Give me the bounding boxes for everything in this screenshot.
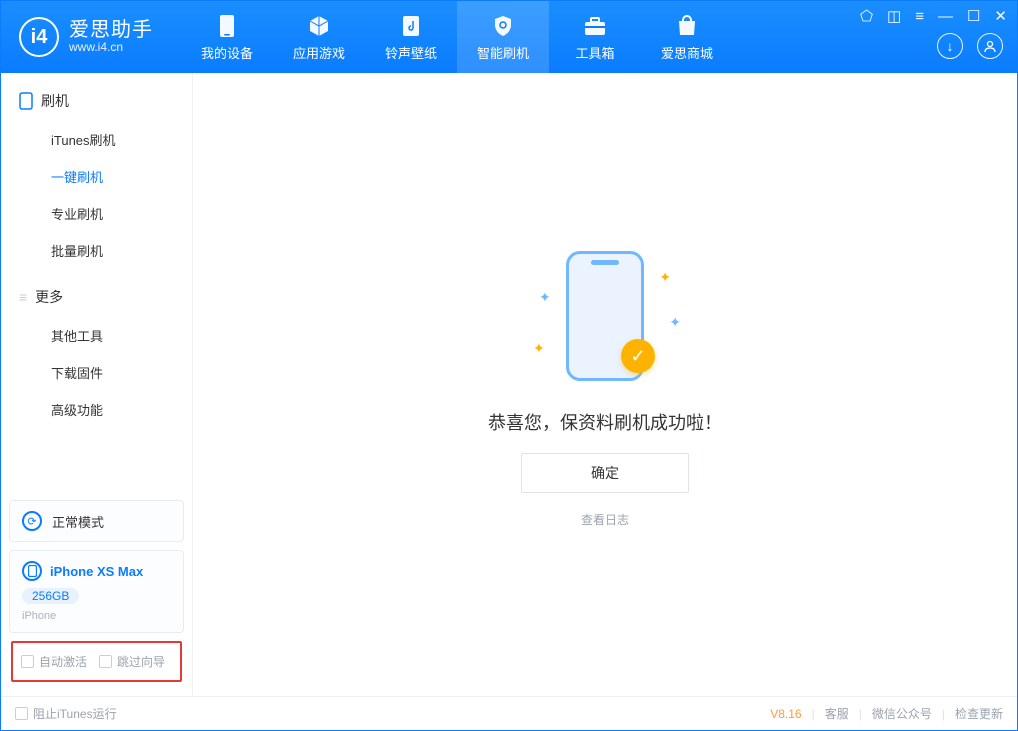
- version-label: V8.16: [770, 707, 801, 721]
- sidebar-header-more: ≡ 更多: [1, 269, 192, 317]
- tab-label: 铃声壁纸: [385, 43, 437, 62]
- shirt-icon[interactable]: ⬠: [860, 7, 873, 25]
- device-card[interactable]: iPhone XS Max 256GB iPhone: [9, 550, 184, 633]
- app-name: 爱思助手: [69, 19, 153, 41]
- tab-apps-games[interactable]: 应用游戏: [273, 1, 365, 73]
- sparkle-icon: ✦: [539, 289, 551, 306]
- toolbox-icon: [582, 13, 608, 39]
- sidebar-header-label: 更多: [35, 287, 63, 307]
- logo[interactable]: i4 爱思助手 www.i4.cn: [1, 1, 171, 73]
- mode-icon: ⟳: [22, 511, 42, 531]
- device-capacity: 256GB: [22, 588, 79, 604]
- user-button[interactable]: [977, 33, 1003, 59]
- result-message: 恭喜您，保资料刷机成功啦！: [488, 409, 722, 435]
- sidebar-item-advanced[interactable]: 高级功能: [1, 391, 192, 428]
- phone-icon: [19, 92, 33, 110]
- tab-label: 应用游戏: [293, 43, 345, 62]
- tab-smart-flash[interactable]: 智能刷机: [457, 1, 549, 73]
- music-icon: [398, 13, 424, 39]
- sidebar-item-download-firmware[interactable]: 下载固件: [1, 354, 192, 391]
- sparkle-icon: ✦: [669, 314, 681, 331]
- tab-ringtone-wallpaper[interactable]: 铃声壁纸: [365, 1, 457, 73]
- tab-toolbox[interactable]: 工具箱: [549, 1, 641, 73]
- sidebar-header-label: 刷机: [41, 91, 69, 111]
- checkbox-skip-guide[interactable]: 跳过向导: [99, 653, 165, 670]
- device-icon: [22, 561, 42, 581]
- tab-label: 工具箱: [575, 43, 614, 62]
- app-window: i4 爱思助手 www.i4.cn 我的设备 应用游戏 铃声壁纸 智能刷机: [0, 0, 1018, 731]
- check-icon: ✓: [621, 339, 655, 373]
- device-name: iPhone XS Max: [50, 564, 143, 579]
- logo-icon: i4: [19, 17, 59, 57]
- window-controls: ⬠ ◫ ≡ — ☐ ✕: [860, 7, 1007, 25]
- user-controls: ↓: [937, 33, 1003, 59]
- bag-icon: [674, 13, 700, 39]
- tab-my-device[interactable]: 我的设备: [181, 1, 273, 73]
- device-icon: [214, 13, 240, 39]
- support-link[interactable]: 客服: [825, 705, 849, 722]
- checkbox-label: 跳过向导: [117, 653, 165, 670]
- tab-label: 爱思商城: [661, 43, 713, 62]
- wechat-link[interactable]: 微信公众号: [872, 705, 932, 722]
- minimize-button[interactable]: —: [938, 8, 953, 25]
- close-button[interactable]: ✕: [994, 7, 1007, 25]
- ok-button[interactable]: 确定: [521, 453, 689, 493]
- tab-label: 智能刷机: [477, 43, 529, 62]
- checkbox-label: 自动激活: [39, 653, 87, 670]
- checkbox-label: 阻止iTunes运行: [33, 705, 117, 722]
- main-content: ✦ ✦ ✦ ✦ ✓ 恭喜您，保资料刷机成功啦！ 确定 查看日志: [193, 73, 1017, 696]
- sidebar-item-pro-flash[interactable]: 专业刷机: [1, 195, 192, 232]
- sidebar-item-itunes-flash[interactable]: iTunes刷机: [1, 121, 192, 158]
- app-url: www.i4.cn: [69, 41, 153, 54]
- sidebar-item-other-tools[interactable]: 其他工具: [1, 317, 192, 354]
- sidebar-item-oneclick-flash[interactable]: 一键刷机: [1, 158, 192, 195]
- list-icon: ≡: [19, 289, 27, 305]
- sidebar-item-batch-flash[interactable]: 批量刷机: [1, 232, 192, 269]
- menu-icon[interactable]: ≡: [915, 8, 924, 25]
- sidebar-header-flash: 刷机: [1, 73, 192, 121]
- titlebar-right: ⬠ ◫ ≡ — ☐ ✕ ↓: [850, 1, 1017, 73]
- sparkle-icon: ✦: [659, 269, 671, 286]
- checkbox-block-itunes[interactable]: 阻止iTunes运行: [15, 705, 117, 722]
- sparkle-icon: ✦: [533, 340, 545, 357]
- statusbar: 阻止iTunes运行 V8.16 | 客服 | 微信公众号 | 检查更新: [1, 696, 1017, 730]
- flash-options-row: 自动激活 跳过向导: [11, 641, 182, 682]
- check-update-link[interactable]: 检查更新: [955, 705, 1003, 722]
- tab-store[interactable]: 爱思商城: [641, 1, 733, 73]
- nav-tabs: 我的设备 应用游戏 铃声壁纸 智能刷机 工具箱 爱思商城: [181, 1, 733, 73]
- download-button[interactable]: ↓: [937, 33, 963, 59]
- flash-result: ✦ ✦ ✦ ✦ ✓ 恭喜您，保资料刷机成功啦！ 确定 查看日志: [488, 241, 722, 528]
- tab-label: 我的设备: [201, 43, 253, 62]
- success-illustration: ✦ ✦ ✦ ✦ ✓: [525, 241, 685, 391]
- sidebar-bottom: ⟳ 正常模式 iPhone XS Max 256GB iPhone 自动激活 跳…: [1, 492, 192, 696]
- mode-label: 正常模式: [52, 512, 104, 531]
- lock-icon[interactable]: ◫: [887, 7, 901, 25]
- cube-icon: [306, 13, 332, 39]
- body: 刷机 iTunes刷机 一键刷机 专业刷机 批量刷机 ≡ 更多 其他工具 下载固…: [1, 73, 1017, 696]
- sidebar: 刷机 iTunes刷机 一键刷机 专业刷机 批量刷机 ≡ 更多 其他工具 下载固…: [1, 73, 193, 696]
- checkbox-auto-activate[interactable]: 自动激活: [21, 653, 87, 670]
- shield-icon: [490, 13, 516, 39]
- view-log-link[interactable]: 查看日志: [581, 511, 629, 528]
- maximize-button[interactable]: ☐: [967, 7, 980, 25]
- titlebar: i4 爱思助手 www.i4.cn 我的设备 应用游戏 铃声壁纸 智能刷机: [1, 1, 1017, 73]
- device-type: iPhone: [22, 610, 56, 622]
- mode-card[interactable]: ⟳ 正常模式: [9, 500, 184, 542]
